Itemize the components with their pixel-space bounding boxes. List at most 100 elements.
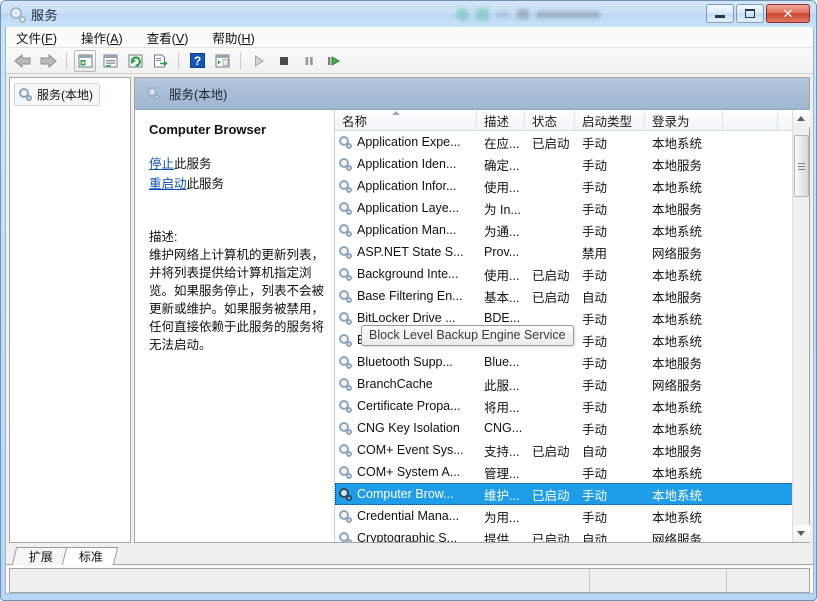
column-header-状态[interactable]: 状态: [525, 110, 575, 130]
cell-startup-type: 手动: [575, 133, 645, 152]
services-gear-icon: [147, 87, 160, 100]
window-controls[interactable]: ✕: [706, 4, 810, 23]
service-name: Application Infor...: [357, 179, 456, 193]
cell-logon-as: 本地服务: [645, 353, 723, 372]
table-row[interactable]: Application Infor...使用...手动本地系统: [335, 175, 809, 197]
table-row[interactable]: COM+ Event Sys...支持...已启动自动本地服务: [335, 439, 809, 461]
cell-logon-as: 本地系统: [645, 331, 723, 350]
results-pane: 服务(本地) Computer Browser 停止此服务 重启动此服务 描述:: [134, 77, 810, 543]
table-row[interactable]: Cryptographic S...提供...已启动自动网络服务: [335, 527, 809, 542]
scrollbar-thumb[interactable]: [794, 135, 809, 197]
scrollbar-track[interactable]: [793, 127, 810, 525]
description-label: 描述:: [149, 226, 324, 245]
cell-status: 已启动: [525, 133, 575, 152]
service-name: COM+ Event Sys...: [357, 443, 464, 457]
table-row[interactable]: BranchCache此服...手动网络服务: [335, 373, 809, 395]
table-row[interactable]: Application Expe...在应...已启动手动本地系统: [335, 131, 809, 153]
table-row[interactable]: Application Iden...确定...手动本地服务: [335, 153, 809, 175]
sort-ascending-icon: [392, 111, 400, 115]
list-column-headers[interactable]: 名称描述状态 启动类型 登录为: [335, 110, 809, 131]
cell-startup-type: 手动: [575, 375, 645, 394]
refresh-icon[interactable]: [124, 50, 146, 72]
cell-description: 将用...: [477, 397, 525, 416]
column-header-启动类型[interactable]: 启动类型: [575, 110, 645, 130]
start-service-icon[interactable]: [248, 50, 270, 72]
column-header-label: 启动类型: [582, 111, 632, 130]
table-row[interactable]: Credential Mana...为用...手动本地系统: [335, 505, 809, 527]
toolbar-separator: [66, 52, 67, 69]
column-header-label: 登录为: [652, 111, 690, 130]
show-action-pane-icon[interactable]: [211, 50, 233, 72]
cell-startup-type: 自动: [575, 287, 645, 306]
table-row[interactable]: Application Man...为通...手动本地系统: [335, 219, 809, 241]
service-name: Background Inte...: [357, 267, 458, 281]
table-row[interactable]: Bluetooth Supp...Blue...手动本地服务: [335, 351, 809, 373]
console-tree-pane[interactable]: 服务(本地): [9, 77, 131, 543]
menu-help[interactable]: 帮助(H): [210, 27, 256, 48]
column-header-名称[interactable]: 名称: [335, 110, 477, 130]
menu-bar[interactable]: 文件(F) 操作(A) 查看(V) 帮助(H): [6, 27, 813, 48]
column-header-blank[interactable]: [723, 110, 778, 130]
services-gear-icon: [339, 246, 352, 259]
tree-item-services-local[interactable]: 服务(本地): [14, 83, 100, 106]
stop-service-link[interactable]: 停止: [149, 157, 174, 171]
view-tabs[interactable]: 扩展标准: [6, 546, 813, 565]
toolbar[interactable]: ?: [6, 48, 813, 74]
table-row[interactable]: Certificate Propa...将用...手动本地系统: [335, 395, 809, 417]
service-name: Computer Brow...: [357, 487, 454, 501]
close-button[interactable]: ✕: [766, 4, 810, 23]
cell-logon-as: 本地系统: [645, 507, 723, 526]
cell-name: Bluetooth Supp...: [335, 355, 477, 369]
services-list-view[interactable]: 名称描述状态 启动类型 登录为 Application Expe...在应...已启…: [335, 110, 809, 542]
menu-file[interactable]: 文件(F): [14, 27, 59, 48]
tab-label: 扩展: [29, 548, 53, 565]
services-window: 服务 ✕ 文件(F) 操作(A) 查看(V) 帮助(H): [0, 0, 817, 601]
title-bar[interactable]: 服务 ✕: [1, 1, 816, 27]
window-title: 服务: [31, 5, 58, 24]
tab-标准[interactable]: 标准: [62, 547, 119, 565]
column-header-label: 状态: [532, 111, 557, 130]
back-arrow-icon[interactable]: [12, 50, 34, 72]
cell-description: 基本...: [477, 287, 525, 306]
cell-status: 已启动: [525, 287, 575, 306]
column-header-描述[interactable]: 描述: [477, 110, 525, 130]
restart-service-link[interactable]: 重启动: [149, 177, 187, 191]
column-header-登录为[interactable]: 登录为: [645, 110, 723, 130]
service-name: Application Laye...: [357, 201, 459, 215]
services-gear-icon: [339, 422, 352, 435]
minimize-button[interactable]: [706, 4, 734, 23]
restart-service-icon[interactable]: [323, 50, 345, 72]
help-icon[interactable]: ?: [186, 50, 208, 72]
menu-view[interactable]: 查看(V): [145, 27, 191, 48]
stop-service-icon[interactable]: [273, 50, 295, 72]
tab-扩展[interactable]: 扩展: [12, 547, 69, 565]
menu-action[interactable]: 操作(A): [79, 27, 125, 48]
forward-arrow-icon[interactable]: [37, 50, 59, 72]
table-row[interactable]: Application Laye...为 In...手动本地服务: [335, 197, 809, 219]
cell-name: COM+ System A...: [335, 465, 477, 479]
svg-text:?: ?: [193, 54, 200, 68]
table-row[interactable]: Computer Brow...维护...已启动手动本地系统: [335, 483, 809, 505]
services-gear-icon: [339, 400, 352, 413]
status-segment-3: [727, 569, 809, 592]
table-row[interactable]: Base Filtering En...基本...已启动自动本地服务: [335, 285, 809, 307]
show-hide-tree-icon[interactable]: [74, 50, 96, 72]
tree-item-label: 服务(本地): [37, 86, 93, 103]
cell-status: 已启动: [525, 485, 575, 504]
cell-description: CNG...: [477, 421, 525, 435]
export-list-icon[interactable]: [149, 50, 171, 72]
cell-logon-as: 本地系统: [645, 485, 723, 504]
cell-logon-as: 本地系统: [645, 221, 723, 240]
services-gear-icon: [339, 510, 352, 523]
properties-icon[interactable]: [99, 50, 121, 72]
service-name: Cryptographic S...: [357, 531, 457, 542]
scroll-down-button[interactable]: [793, 525, 810, 542]
scroll-up-button[interactable]: [793, 110, 810, 127]
pause-service-icon[interactable]: [298, 50, 320, 72]
maximize-button[interactable]: [736, 4, 764, 23]
table-row[interactable]: Background Inte...使用...已启动手动本地系统: [335, 263, 809, 285]
table-row[interactable]: CNG Key IsolationCNG...手动本地系统: [335, 417, 809, 439]
vertical-scrollbar[interactable]: [792, 110, 809, 542]
table-row[interactable]: COM+ System A...管理...手动本地系统: [335, 461, 809, 483]
table-row[interactable]: ASP.NET State S...Prov...禁用网络服务: [335, 241, 809, 263]
